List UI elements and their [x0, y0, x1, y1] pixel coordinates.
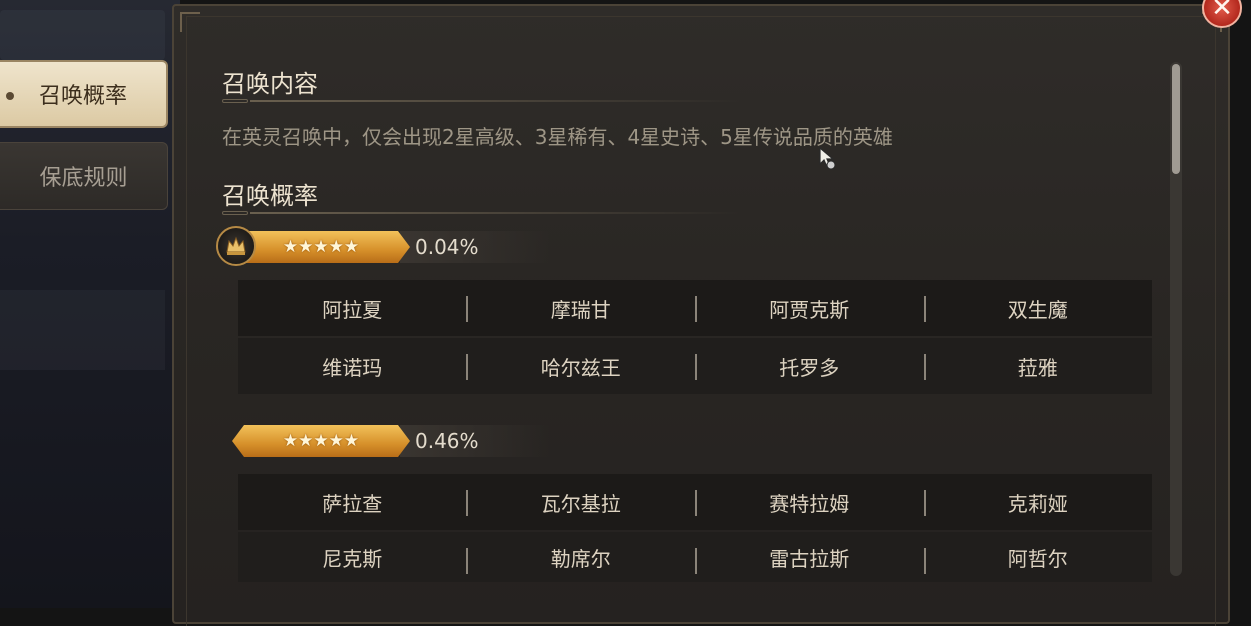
scrollbar-thumb[interactable]: [1172, 64, 1180, 174]
hero-name: 雷古拉斯: [769, 546, 850, 571]
hero-name: 维诺玛: [322, 355, 383, 380]
column-divider: [924, 354, 926, 380]
tab-guarantee-rules[interactable]: 保底规则: [0, 142, 168, 210]
hero-name: 克莉娅: [1007, 491, 1068, 516]
stars-icon: ★★★★★: [282, 237, 360, 257]
tab-summon-probability[interactable]: 召唤概率: [0, 60, 168, 128]
table-row: 阿拉夏 摩瑞甘 阿贾克斯 双生魔: [238, 280, 1152, 336]
hero-name: 赛特拉姆: [769, 491, 850, 516]
crown-icon: [216, 226, 256, 266]
stars-icon: ★★★★★: [282, 431, 360, 451]
title-divider: [222, 211, 742, 215]
column-divider: [466, 296, 468, 322]
table-row: 尼克斯 勒席尔 雷古拉斯 阿哲尔: [238, 532, 1152, 582]
hero-name: 菈雅: [1017, 355, 1058, 380]
hero-table: 萨拉查 瓦尔基拉 赛特拉姆 克莉娅 尼克斯 勒席尔 雷古拉斯 阿哲尔: [238, 474, 1152, 582]
column-divider: [466, 490, 468, 516]
column-divider: [695, 548, 697, 574]
hero-name: 托罗多: [779, 355, 840, 380]
column-divider: [466, 548, 468, 574]
close-icon: ✕: [1211, 0, 1233, 23]
hero-name: 瓦尔基拉: [540, 491, 621, 516]
cursor-icon: [819, 146, 836, 170]
probability-value: 0.46%: [415, 429, 479, 453]
section-title-probability: 召唤概率: [222, 182, 318, 210]
tab-label: 召唤概率: [38, 84, 127, 109]
column-divider: [924, 296, 926, 322]
active-dot-icon: [6, 92, 14, 100]
hero-name: 双生魔: [1007, 297, 1068, 322]
table-row: 萨拉查 瓦尔基拉 赛特拉姆 克莉娅: [238, 474, 1152, 530]
background-blur: [0, 10, 165, 60]
hero-table: 阿拉夏 摩瑞甘 阿贾克斯 双生魔 维诺玛 哈尔兹王 托罗多 菈雅: [238, 280, 1152, 394]
five-star-badge: ★★★★★: [232, 231, 410, 263]
title-divider: [222, 99, 742, 103]
column-divider: [466, 354, 468, 380]
corner-ornament-icon: [180, 12, 200, 32]
column-divider: [924, 548, 926, 574]
hero-name: 阿拉夏: [322, 297, 383, 322]
hero-name: 萨拉查: [322, 491, 383, 516]
column-divider: [695, 490, 697, 516]
hero-name: 摩瑞甘: [550, 297, 611, 322]
five-star-badge: ★★★★★: [232, 425, 410, 457]
table-row: 维诺玛 哈尔兹王 托罗多 菈雅: [238, 338, 1152, 394]
tab-label: 保底规则: [39, 166, 128, 191]
hero-name: 哈尔兹王: [540, 355, 621, 380]
background-blur: [0, 290, 165, 370]
hero-name: 尼克斯: [322, 546, 383, 571]
content-description: 在英灵召唤中，仅会出现2星高级、3星稀有、4星史诗、5星传说品质的英雄: [222, 125, 893, 149]
hero-name: 阿贾克斯: [769, 297, 850, 322]
column-divider: [695, 354, 697, 380]
probability-value: 0.04%: [415, 235, 479, 259]
hero-name: 勒席尔: [550, 546, 611, 571]
hero-name: 阿哲尔: [1007, 546, 1068, 571]
section-title-content: 召唤内容: [222, 70, 318, 98]
column-divider: [924, 490, 926, 516]
column-divider: [695, 296, 697, 322]
